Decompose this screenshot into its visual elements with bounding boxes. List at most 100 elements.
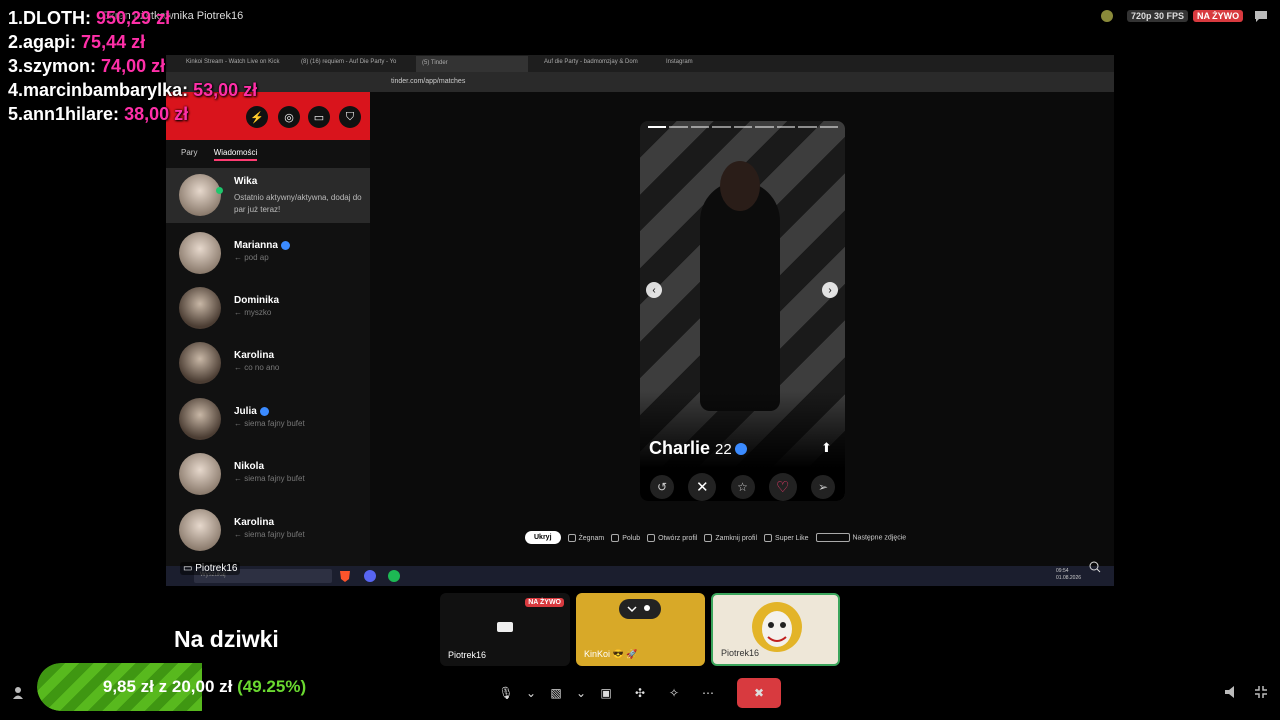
zoom-icon[interactable] [1089, 561, 1101, 573]
top-donors-list: 1.DLOTH: 950,29 zł 2.agapi: 75,44 zł 3.s… [8, 6, 257, 126]
spotify-icon[interactable] [387, 569, 401, 583]
next-photo-icon[interactable]: › [822, 282, 838, 298]
donor-amount: 53,00 zł [193, 80, 258, 100]
more-options-button[interactable]: ⋯ [691, 678, 725, 708]
live-badge: NA ŻYWO [525, 598, 564, 607]
donor-row: 1.DLOTH: 950,29 zł [8, 6, 257, 30]
taskbar-clock: 09:54 01.08.2026 [1056, 568, 1081, 582]
hint-label: Otwórz profil [658, 534, 698, 542]
microphone-button[interactable]: 🎙︎ [489, 678, 523, 708]
browser-tab-bar: Kinkoi Stream - Watch Live on Kick (8) (… [166, 55, 1114, 72]
goal-separator: z [158, 677, 168, 696]
conversation-item[interactable]: Karolina ← co no ano [166, 336, 370, 391]
participant-name: KinKoi 😎 🚀 [584, 649, 638, 659]
participant-menu-icon[interactable] [619, 599, 661, 619]
participant-tile[interactable]: NA ŻYWO Piotrek16 [440, 593, 570, 666]
verified-icon [259, 406, 269, 416]
boost-send-button[interactable]: ➢ [811, 475, 835, 499]
avatar [179, 342, 221, 384]
hint-label: Następne zdjęcie [852, 534, 907, 542]
brave-icon[interactable] [338, 569, 352, 583]
shield-icon[interactable]: ⛉ [339, 106, 361, 128]
conversation-item[interactable]: Marianna ← pod ap [166, 226, 370, 281]
conversation-message: ← co no ano [234, 363, 280, 372]
browser-tab[interactable]: Auf die Party - badmomzjay & Dom [544, 59, 638, 65]
url-text: tinder.com/app/matches [391, 78, 466, 85]
conversation-message: ← siema fajny bufet [234, 530, 305, 539]
briefcase-icon[interactable]: ▭ [308, 106, 330, 128]
conversation-item[interactable]: Julia ← siema fajny bufet [166, 392, 370, 447]
conversation-item[interactable]: Wika Ostatnio aktywny/aktywna, dodaj do … [166, 168, 370, 223]
rewind-button[interactable]: ↺ [650, 475, 674, 499]
tab-messages[interactable]: Wiadomości [213, 148, 258, 161]
add-user-icon[interactable] [11, 685, 27, 701]
avatar [179, 398, 221, 440]
open-profile-icon[interactable]: ⬆ [821, 440, 832, 456]
conversation-name-text: Marianna [234, 240, 278, 251]
goal-percent: (49.25%) [237, 677, 307, 696]
keyboard-hints: Ukryj Żegnam Polub Otwórz profil Zamknij… [525, 531, 906, 544]
donor-rank: 5. [8, 104, 24, 124]
donor-amount: 950,29 zł [96, 8, 171, 28]
like-button[interactable]: ♡ [768, 473, 797, 501]
conversation-name: Nikola [234, 461, 265, 472]
browser-tab[interactable]: Instagram [666, 59, 693, 65]
conversation-item[interactable]: Nikola ← siema fajny bufet [166, 447, 370, 502]
camera-options-chevron-icon[interactable]: ⌄ [573, 678, 589, 708]
profile-photo-head [720, 161, 760, 211]
avatar [179, 509, 221, 551]
donor-rank: 3. [8, 56, 24, 76]
tab-matches[interactable]: Pary [181, 148, 197, 157]
clock-date: 01.08.2026 [1056, 575, 1082, 581]
shared-screen[interactable]: Kinkoi Stream - Watch Live on Kick (8) (… [166, 55, 1114, 586]
hint: Super Like [764, 533, 809, 542]
super-like-button[interactable]: ☆ [730, 475, 755, 499]
nope-button[interactable]: ✕ [688, 473, 717, 501]
browser-tab[interactable]: (8) (16) requiem - Auf Die Party - Yo [301, 59, 396, 65]
soundboard-button[interactable]: ✧ [657, 678, 691, 708]
participant-name: Piotrek16 [448, 650, 487, 660]
conversation-name-text: Julia [234, 406, 257, 417]
participant-name: Piotrek16 [721, 648, 760, 658]
activity-icon[interactable] [1099, 8, 1115, 24]
participant-tile[interactable]: KinKoi 😎 🚀 [576, 593, 705, 666]
volume-icon[interactable] [1224, 685, 1240, 699]
donor-row: 2.agapi: 75,44 zł [8, 30, 257, 54]
profile-card[interactable]: ‹ › Charlie 22 ⬆ ↺ ✕ ☆ ♡ ➢ [640, 121, 845, 501]
profile-age: 22 [715, 441, 732, 458]
discord-icon[interactable] [363, 569, 377, 583]
os-taskbar: Wyszukaj 09:54 01.08.2026 [166, 566, 1114, 586]
mic-options-chevron-icon[interactable]: ⌄ [523, 678, 539, 708]
goal-current: 9,85 zł [102, 677, 154, 696]
hide-hints-button[interactable]: Ukryj [525, 531, 561, 544]
activities-button[interactable]: ✣ [623, 678, 657, 708]
clock-time: 09:54 [1056, 568, 1069, 574]
address-bar[interactable]: tinder.com/app/matches [166, 72, 1114, 92]
conversation-item[interactable]: Dominika ← myszko [166, 281, 370, 336]
donor-amount: 74,00 zł [101, 56, 166, 76]
conversation-message: ← myszko [234, 308, 272, 317]
donor-rank: 4. [8, 80, 24, 100]
camera-off-button[interactable]: ▧ [539, 678, 573, 708]
browser-tab-active[interactable]: (5) Tinder [416, 56, 528, 72]
profile-name-text: Charlie [649, 438, 711, 458]
stream-owner-label: ▭ Piotrek16 [180, 562, 241, 575]
conversation-name: Julia [234, 406, 269, 417]
explore-icon[interactable]: ◎ [278, 106, 300, 128]
participant-tile-speaking[interactable]: Piotrek16 [711, 593, 840, 666]
donor-amount: 38,00 zł [124, 104, 189, 124]
live-badge: NA ŻYWO [1193, 10, 1244, 22]
photo-progress-bars [648, 126, 838, 128]
chat-icon[interactable] [1253, 8, 1269, 24]
leave-call-button[interactable]: ✖ [737, 678, 781, 708]
monitor-icon: ▭ [183, 563, 193, 574]
screen-share-button[interactable]: ▣ [589, 678, 623, 708]
donation-goal-text: 9,85 zł z 20,00 zł (49.25%) [37, 677, 372, 697]
screen-share-icon [497, 622, 513, 632]
conversation-name: Marianna [234, 240, 290, 251]
previous-photo-icon[interactable]: ‹ [646, 282, 662, 298]
exit-fullscreen-icon[interactable] [1254, 685, 1268, 699]
conversation-item[interactable]: Karolina ← siema fajny bufet [166, 503, 370, 558]
donor-name: agapi: [23, 32, 77, 52]
profile-name: Charlie 22 [649, 438, 747, 459]
